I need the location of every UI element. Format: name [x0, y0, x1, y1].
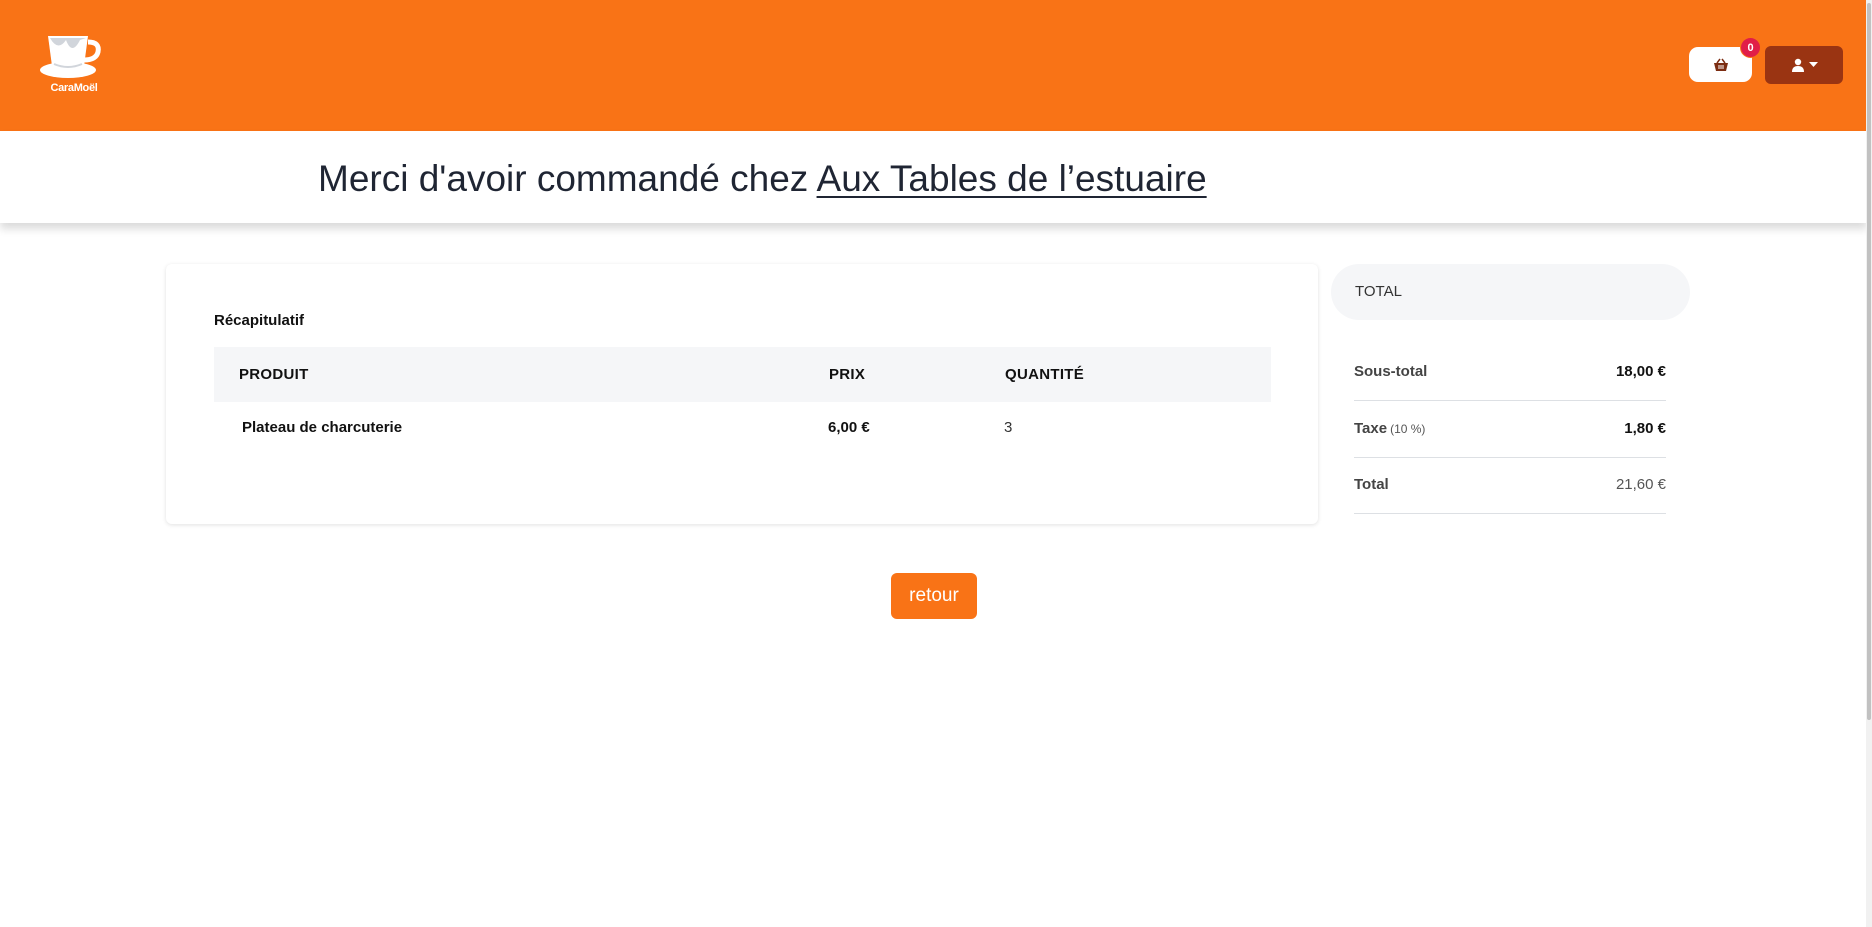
page-title: Merci d'avoir commandé chez Aux Tables d…	[318, 158, 1207, 200]
subtotal-value: 18,00 €	[1615, 363, 1666, 380]
basket-icon	[1713, 58, 1728, 71]
summary-heading: Récapitulatif	[214, 312, 305, 329]
back-button[interactable]: retour	[891, 573, 977, 619]
title-prefix: Merci d'avoir commandé chez	[318, 158, 817, 199]
row-quantity: 3	[1004, 419, 1013, 436]
cup-logo-icon	[40, 36, 101, 78]
grand-total-value: 21,60 €	[1615, 476, 1666, 493]
restaurant-link[interactable]: Aux Tables de l’estuaire	[817, 158, 1207, 199]
row-product: Plateau de charcuterie	[242, 419, 403, 436]
tax-row: Taxe (10 %) 1,80 €	[1354, 401, 1666, 458]
row-price: 6,00 €	[828, 419, 870, 436]
table-header: PRODUIT PRIX QUANTITÉ	[214, 347, 1271, 402]
column-header-price: PRIX	[829, 366, 866, 383]
cart-count-badge: 0	[1740, 37, 1761, 58]
tax-rate-note: (10 %)	[1390, 422, 1426, 436]
cart-button[interactable]: 0	[1689, 37, 1761, 82]
grand-total-label: Total	[1354, 476, 1389, 493]
caret-down-icon	[1808, 62, 1818, 67]
scrollbar-thumb[interactable]	[1867, 3, 1871, 720]
column-header-product: PRODUIT	[239, 366, 309, 383]
column-header-quantity: QUANTITÉ	[1005, 366, 1085, 383]
caramoel-logo[interactable]: CaraMoël	[36, 26, 112, 94]
user-menu-button[interactable]	[1765, 46, 1843, 84]
user-icon	[1791, 58, 1804, 72]
order-summary-card: Récapitulatif PRODUIT PRIX QUANTITÉ Plat…	[166, 264, 1318, 524]
page: CaraMoël 0 Merci d'avoir commandé chez A…	[0, 0, 1872, 927]
tax-label: Taxe (10 %)	[1354, 401, 1425, 457]
total-header: TOTAL	[1331, 264, 1690, 320]
total-header-label: TOTAL	[1355, 283, 1402, 300]
grand-total-row: Total 21,60 €	[1354, 457, 1666, 514]
top-header: CaraMoël 0	[0, 0, 1872, 131]
tax-label-text: Taxe	[1354, 420, 1388, 437]
logo-text: CaraMoël	[50, 82, 98, 94]
tax-value: 1,80 €	[1624, 420, 1666, 437]
title-band: Merci d'avoir commandé chez Aux Tables d…	[0, 131, 1867, 223]
subtotal-label: Sous-total	[1354, 363, 1428, 380]
subtotal-row: Sous-total 18,00 €	[1354, 344, 1666, 401]
